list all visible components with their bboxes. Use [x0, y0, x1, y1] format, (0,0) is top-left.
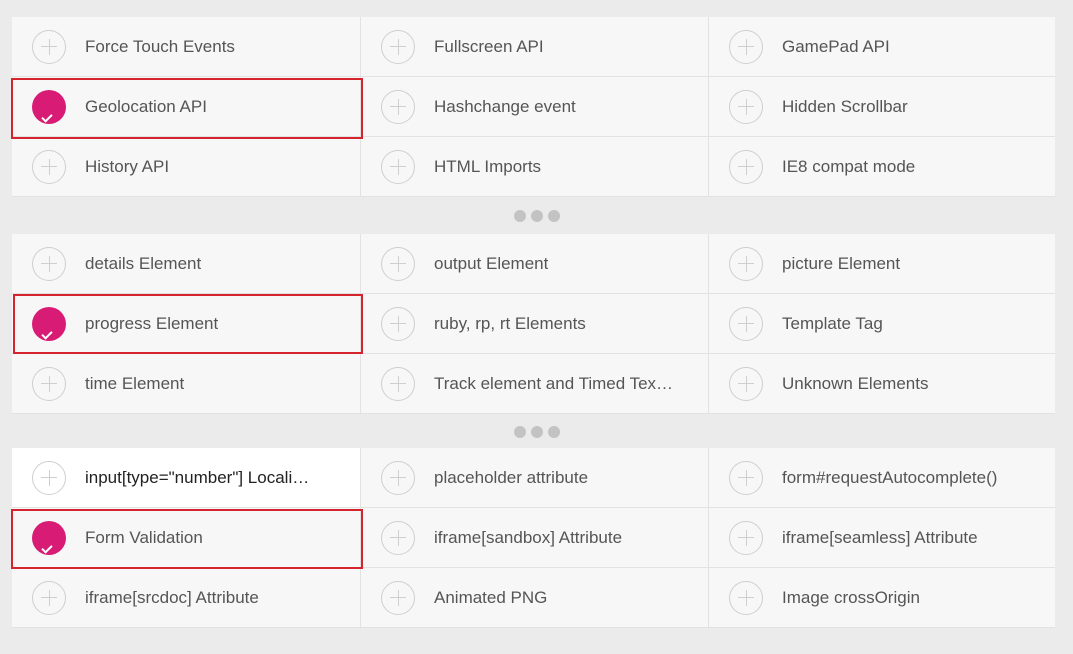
plus-circle-icon [381, 520, 415, 555]
more-dots-icon[interactable] [0, 203, 1073, 229]
feature-label: Template Tag [782, 313, 883, 333]
plus-circle-icon [381, 149, 415, 184]
feature-grid: input[type="number"] Locali… placeholder… [12, 448, 1055, 628]
feature-item-time-element[interactable]: time Element [12, 354, 361, 414]
plus-circle-icon [729, 460, 763, 495]
plus-circle-icon [729, 246, 763, 281]
feature-label: iframe[srcdoc] Attribute [85, 587, 259, 607]
feature-label: Animated PNG [434, 587, 548, 607]
feature-item-unknown-elements[interactable]: Unknown Elements [709, 354, 1055, 414]
feature-label: Fullscreen API [434, 36, 544, 56]
feature-label: placeholder attribute [434, 467, 589, 487]
feature-item-track-element[interactable]: Track element and Timed Tex… [361, 354, 709, 414]
feature-item-force-touch-events[interactable]: Force Touch Events [12, 17, 361, 77]
feature-item-animated-png[interactable]: Animated PNG [361, 568, 709, 628]
plus-circle-icon [32, 366, 66, 401]
feature-label: Unknown Elements [782, 373, 929, 393]
dot [530, 426, 543, 438]
plus-circle-icon [729, 580, 763, 615]
plus-circle-icon [32, 149, 66, 184]
feature-grid: details Element output Element picture E… [12, 234, 1055, 414]
feature-item-ruby-rp-rt-elements[interactable]: ruby, rp, rt Elements [361, 294, 709, 354]
feature-item-iframe-sandbox[interactable]: iframe[sandbox] Attribute [361, 508, 709, 568]
feature-label: details Element [85, 253, 202, 273]
feature-item-image-crossorigin[interactable]: Image crossOrigin [709, 568, 1055, 628]
feature-item-history-api[interactable]: History API [12, 137, 361, 197]
filled-check-circle-icon [32, 89, 66, 124]
feature-item-output-element[interactable]: output Element [361, 234, 709, 294]
dot [513, 426, 526, 438]
feature-item-details-element[interactable]: details Element [12, 234, 361, 294]
feature-item-input-number-localization[interactable]: input[type="number"] Locali… [12, 448, 361, 508]
feature-label: History API [85, 156, 170, 176]
feature-item-hashchange-event[interactable]: Hashchange event [361, 77, 709, 137]
dot [547, 426, 560, 438]
feature-panel-3: input[type="number"] Locali… placeholder… [12, 448, 1055, 628]
feature-label: Hidden Scrollbar [782, 96, 908, 116]
plus-circle-icon [32, 29, 66, 64]
feature-item-gamepad-api[interactable]: GamePad API [709, 17, 1055, 77]
feature-label: ruby, rp, rt Elements [434, 313, 586, 333]
filled-check-circle-icon [32, 306, 66, 341]
feature-label: Track element and Timed Tex… [434, 373, 674, 393]
plus-circle-icon [32, 246, 66, 281]
feature-item-form-validation[interactable]: Form Validation [12, 508, 361, 568]
feature-label: iframe[sandbox] Attribute [434, 527, 623, 547]
dot [547, 210, 560, 222]
plus-circle-icon [381, 29, 415, 64]
plus-circle-icon [381, 366, 415, 401]
dot [513, 210, 526, 222]
feature-label: iframe[seamless] Attribute [782, 527, 978, 547]
feature-item-form-request-autocomplete[interactable]: form#requestAutocomplete() [709, 448, 1055, 508]
plus-circle-icon [729, 520, 763, 555]
feature-label: HTML Imports [434, 156, 542, 176]
feature-label: GamePad API [782, 36, 890, 56]
feature-label: output Element [434, 253, 549, 273]
feature-label: Geolocation API [85, 96, 207, 116]
feature-label: input[type="number"] Locali… [85, 467, 310, 487]
feature-label: progress Element [85, 313, 219, 333]
plus-circle-icon [729, 306, 763, 341]
feature-label: Image crossOrigin [782, 587, 920, 607]
feature-item-picture-element[interactable]: picture Element [709, 234, 1055, 294]
dot [530, 210, 543, 222]
plus-circle-icon [381, 246, 415, 281]
feature-label: Hashchange event [434, 96, 576, 116]
feature-label: form#requestAutocomplete() [782, 467, 998, 487]
plus-circle-icon [729, 89, 763, 124]
feature-item-hidden-scrollbar[interactable]: Hidden Scrollbar [709, 77, 1055, 137]
feature-panel-2: details Element output Element picture E… [12, 234, 1055, 414]
feature-item-html-imports[interactable]: HTML Imports [361, 137, 709, 197]
plus-circle-icon [32, 580, 66, 615]
feature-item-template-tag[interactable]: Template Tag [709, 294, 1055, 354]
feature-grid: Force Touch Events Fullscreen API GamePa… [12, 17, 1055, 197]
feature-item-geolocation-api[interactable]: Geolocation API [12, 77, 361, 137]
feature-item-progress-element[interactable]: progress Element [12, 294, 361, 354]
filled-check-circle-icon [32, 520, 66, 555]
feature-item-ie8-compat-mode[interactable]: IE8 compat mode [709, 137, 1055, 197]
plus-circle-icon [381, 89, 415, 124]
feature-item-iframe-srcdoc[interactable]: iframe[srcdoc] Attribute [12, 568, 361, 628]
plus-circle-icon [729, 149, 763, 184]
more-dots-icon[interactable] [0, 419, 1073, 445]
plus-circle-icon [729, 366, 763, 401]
plus-circle-icon [729, 29, 763, 64]
feature-label: IE8 compat mode [782, 156, 916, 176]
plus-circle-icon [381, 460, 415, 495]
feature-label: picture Element [782, 253, 901, 273]
feature-label: Force Touch Events [85, 36, 235, 56]
feature-item-iframe-seamless[interactable]: iframe[seamless] Attribute [709, 508, 1055, 568]
plus-circle-icon [381, 580, 415, 615]
feature-label: time Element [85, 373, 185, 393]
feature-label: Form Validation [85, 527, 203, 547]
feature-item-fullscreen-api[interactable]: Fullscreen API [361, 17, 709, 77]
feature-item-placeholder-attribute[interactable]: placeholder attribute [361, 448, 709, 508]
feature-panel-1: Force Touch Events Fullscreen API GamePa… [12, 17, 1055, 197]
plus-circle-icon [32, 460, 66, 495]
plus-circle-icon [381, 306, 415, 341]
